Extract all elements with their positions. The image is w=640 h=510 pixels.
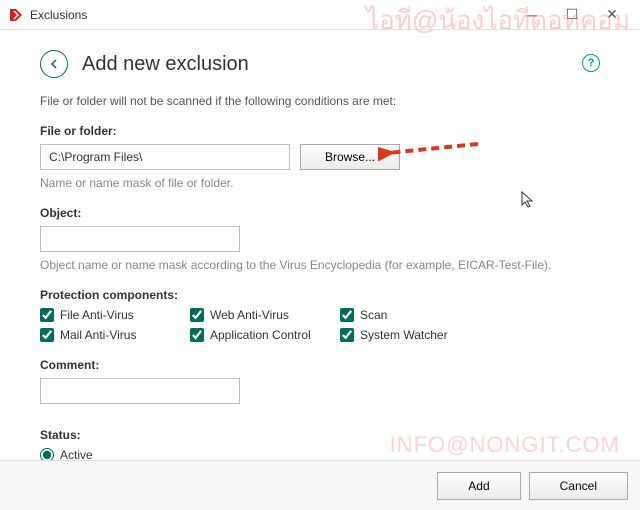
object-input[interactable] bbox=[40, 226, 240, 252]
status-label: Status: bbox=[40, 428, 600, 442]
window-title: Exclusions bbox=[30, 8, 512, 22]
check-scan[interactable]: Scan bbox=[340, 308, 470, 322]
object-hint: Object name or name mask according to th… bbox=[40, 258, 600, 272]
content-area: Add new exclusion ? File or folder will … bbox=[0, 30, 640, 460]
app-icon bbox=[8, 7, 24, 23]
cancel-button[interactable]: Cancel bbox=[529, 472, 628, 500]
back-button[interactable] bbox=[40, 50, 68, 78]
protection-components: File Anti-Virus Web Anti-Virus Scan Mail… bbox=[40, 308, 600, 342]
add-button[interactable]: Add bbox=[437, 472, 520, 500]
object-input-row bbox=[40, 226, 600, 252]
status-active[interactable]: Active bbox=[40, 448, 600, 460]
protection-label: Protection components: bbox=[40, 288, 600, 302]
browse-button[interactable]: Browse... bbox=[300, 144, 400, 170]
minimize-button[interactable]: ─ bbox=[512, 1, 552, 29]
description-text: File or folder will not be scanned if th… bbox=[40, 94, 600, 108]
close-button[interactable]: ✕ bbox=[592, 1, 632, 29]
titlebar: Exclusions ─ ☐ ✕ bbox=[0, 0, 640, 30]
check-file-antivirus[interactable]: File Anti-Virus bbox=[40, 308, 170, 322]
file-folder-label: File or folder: bbox=[40, 124, 600, 138]
window-controls: ─ ☐ ✕ bbox=[512, 1, 632, 29]
check-web-antivirus[interactable]: Web Anti-Virus bbox=[190, 308, 320, 322]
help-button[interactable]: ? bbox=[582, 54, 600, 72]
comment-input[interactable] bbox=[40, 378, 240, 404]
file-input-row: Browse... bbox=[40, 144, 600, 170]
check-system-watcher[interactable]: System Watcher bbox=[340, 328, 470, 342]
status-radio-group: Active Inactive bbox=[40, 448, 600, 460]
arrow-left-icon bbox=[48, 58, 60, 70]
header-row: Add new exclusion ? bbox=[40, 50, 600, 78]
comment-input-row bbox=[40, 378, 600, 404]
object-label: Object: bbox=[40, 206, 600, 220]
check-application-control[interactable]: Application Control bbox=[190, 328, 320, 342]
comment-label: Comment: bbox=[40, 358, 600, 372]
footer: Add Cancel bbox=[0, 460, 640, 510]
page-title: Add new exclusion bbox=[82, 53, 249, 76]
maximize-button[interactable]: ☐ bbox=[552, 1, 592, 29]
file-path-input[interactable] bbox=[40, 144, 290, 170]
check-mail-antivirus[interactable]: Mail Anti-Virus bbox=[40, 328, 170, 342]
file-hint: Name or name mask of file or folder. bbox=[40, 176, 600, 190]
